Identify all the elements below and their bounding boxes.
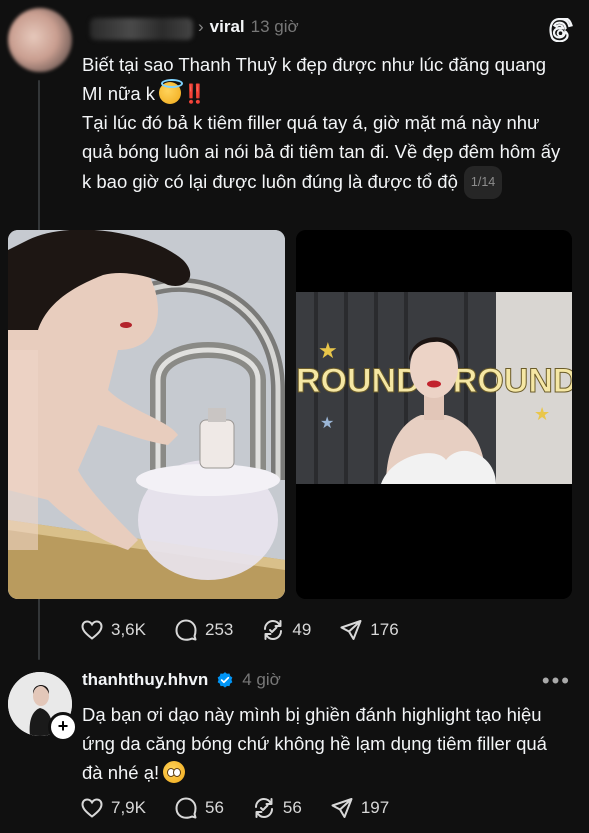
reply-body: Dạ bạn ơi dạo này mình bị ghiền đánh hig…: [82, 700, 562, 787]
share-button[interactable]: 176: [339, 618, 399, 642]
comment-count: 56: [204, 798, 224, 817]
repost-button[interactable]: 49: [261, 618, 311, 642]
repost-button[interactable]: 56: [252, 796, 302, 820]
star-icon: ★: [534, 404, 550, 424]
blurred-username: [90, 18, 193, 40]
repost-icon: [264, 619, 283, 641]
verified-badge-icon: [217, 672, 233, 688]
post-header: › viral 13 giờ: [198, 17, 299, 37]
post-actions: 3,6K 253 49 176: [80, 618, 427, 642]
post-time: 13 giờ: [250, 17, 299, 36]
event-photo: ROUNDS ROUND ★ ★ ★: [296, 230, 572, 599]
post-image-1[interactable]: [8, 230, 285, 599]
pleading-face-emoji-icon: [163, 761, 186, 783]
perfume-photo: [8, 230, 285, 599]
repost-icon: [254, 797, 273, 819]
page-indicator: 1/14: [463, 166, 503, 199]
post-body: Biết tại sao Thanh Thuỷ k đẹp được như l…: [82, 50, 562, 199]
heart-icon: [81, 620, 103, 640]
comment-count: 253: [204, 620, 234, 639]
halo-emoji-icon: [159, 79, 184, 104]
chevron-right-icon: ›: [198, 17, 204, 36]
comment-button[interactable]: 253: [174, 618, 233, 642]
star-icon: ★: [318, 338, 338, 363]
share-button[interactable]: 197: [330, 796, 389, 820]
like-button[interactable]: 3,6K: [80, 618, 146, 642]
comment-icon: [175, 797, 197, 819]
reply-header: thanhthuy.hhvn 4 giờ: [82, 670, 281, 690]
repost-count: 56: [282, 798, 302, 817]
post-image-2[interactable]: ROUNDS ROUND ★ ★ ★: [296, 230, 572, 599]
community-label[interactable]: viral: [210, 17, 245, 37]
send-icon: [340, 620, 362, 640]
reply-username[interactable]: thanhthuy.hhvn: [82, 670, 208, 690]
comment-button[interactable]: 56: [174, 796, 224, 820]
heart-icon: [81, 798, 103, 818]
like-count: 3,6K: [111, 620, 146, 639]
repost-count: 49: [292, 620, 312, 639]
reply-time: 4 giờ: [242, 670, 281, 689]
double-exclamation-emoji: ‼️: [183, 83, 207, 104]
follow-button[interactable]: +: [48, 712, 78, 742]
more-options-button[interactable]: •••: [542, 668, 571, 694]
reply-actions: 7,9K 56 56 197: [80, 796, 417, 820]
share-count: 176: [370, 620, 399, 639]
reply-text: Dạ bạn ơi dạo này mình bị ghiền đánh hig…: [82, 704, 547, 783]
comment-icon: [175, 619, 197, 641]
like-count: 7,9K: [111, 798, 146, 817]
star-icon: ★: [320, 415, 334, 432]
author-avatar[interactable]: [8, 8, 72, 72]
like-button[interactable]: 7,9K: [80, 796, 146, 820]
send-icon: [331, 798, 353, 818]
threads-logo-icon[interactable]: [549, 18, 573, 42]
post-text-line1: Biết tại sao Thanh Thuỷ k đẹp được như l…: [82, 54, 547, 104]
share-count: 197: [360, 798, 390, 817]
